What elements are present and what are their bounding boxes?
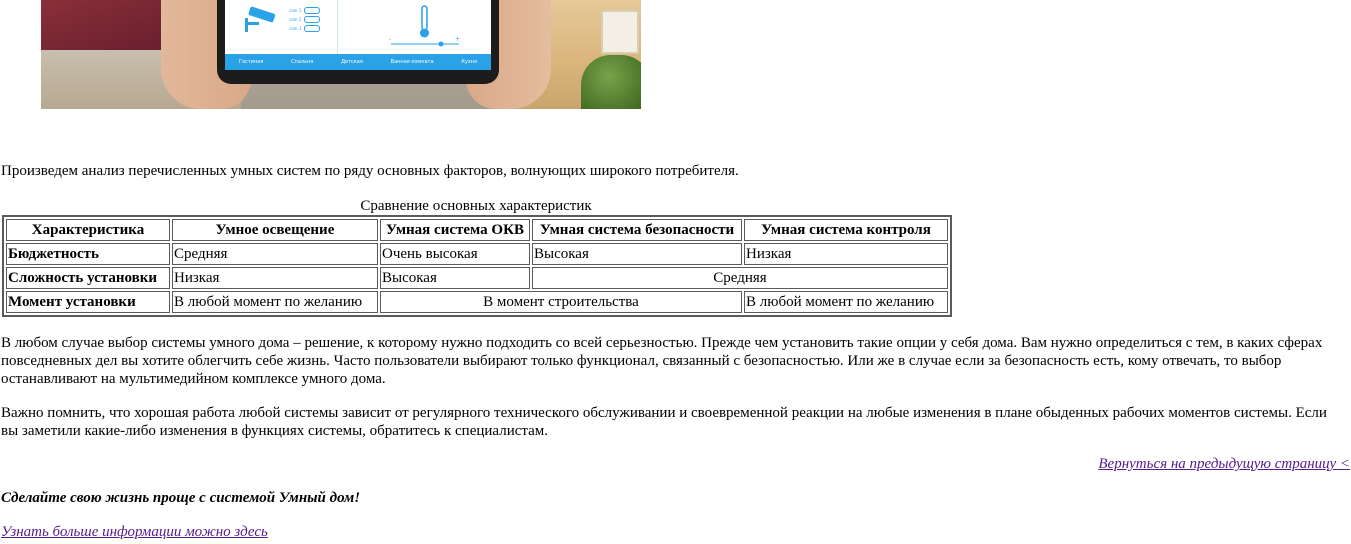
camera-row: cam 2 <box>289 15 329 24</box>
screen-divider <box>337 0 338 54</box>
table-cell: В момент строительства <box>380 291 742 313</box>
paragraph: Важно помнить, что хорошая работа любой … <box>1 405 1327 439</box>
tablet-tab: Гостиная <box>238 59 264 65</box>
camera-row: cam 3 <box>289 24 329 33</box>
table-cell: Средняя <box>532 267 948 289</box>
tablet-tab: Кухня <box>461 59 478 65</box>
svg-text:-: - <box>389 36 391 43</box>
table-cell: Высокая <box>532 243 742 265</box>
table-header-row: Характеристика Умное освещение Умная сис… <box>6 219 948 241</box>
toggle-icon <box>304 25 321 32</box>
toggle-icon <box>304 16 321 23</box>
table-row: Сложность установки Низкая Высокая Средн… <box>6 267 948 289</box>
thermometer-icon: - + <box>389 5 460 47</box>
camera-list: cam 1 cam 2 cam 3 <box>289 6 329 36</box>
table-cell: Средняя <box>172 243 378 265</box>
camera-row: cam 1 <box>289 6 329 15</box>
column-header: Умное освещение <box>172 219 378 241</box>
table-cell: Низкая <box>744 243 948 265</box>
column-header: Умная система ОКВ <box>380 219 530 241</box>
page: cam 1 cam 2 cam 3 - + Гостиная Спальня Д… <box>0 0 1351 544</box>
row-header: Момент установки <box>6 291 170 313</box>
slogan: Сделайте свою жизнь проще с системой Умн… <box>1 490 361 506</box>
hero-image: cam 1 cam 2 cam 3 - + Гостиная Спальня Д… <box>41 0 641 109</box>
table-row: Бюджетность Средняя Очень высокая Высока… <box>6 243 948 265</box>
toggle-icon <box>304 7 321 14</box>
table-cell: В любой момент по желанию <box>744 291 948 313</box>
house-window-graphic <box>601 10 639 54</box>
svg-text:+: + <box>455 36 460 43</box>
table-cell: Очень высокая <box>380 243 530 265</box>
bush-graphic <box>581 55 641 109</box>
table-cell: Низкая <box>172 267 378 289</box>
tablet-tab-bar: Гостиная Спальня Детская Ванная комната … <box>225 54 491 70</box>
table-row: Момент установки В любой момент по желан… <box>6 291 948 313</box>
security-camera-icon <box>245 6 276 32</box>
table-cell: В любой момент по желанию <box>172 291 378 313</box>
column-header: Умная система контроля <box>744 219 948 241</box>
paragraph: В любом случае выбор системы умного дома… <box>1 335 1323 387</box>
table-cell: Высокая <box>380 267 530 289</box>
column-header: Характеристика <box>6 219 170 241</box>
row-header: Бюджетность <box>6 243 170 265</box>
more-info-link[interactable]: Узнать больше информации можно здесь <box>1 523 268 542</box>
table-caption: Сравнение основных характеристик <box>360 198 592 214</box>
tablet-tab: Ванная комната <box>390 59 434 65</box>
column-header: Умная система безопасности <box>532 219 742 241</box>
tablet-screen: cam 1 cam 2 cam 3 - + Гостиная Спальня Д… <box>225 0 491 70</box>
intro-text: Произведем анализ перечисленных умных си… <box>1 163 739 179</box>
back-link[interactable]: Вернуться на предыдущую страницу < <box>1098 455 1350 474</box>
tablet-tab: Детская <box>341 59 363 65</box>
row-header: Сложность установки <box>6 267 170 289</box>
tablet-tab: Спальня <box>291 59 314 65</box>
comparison-table: Характеристика Умное освещение Умная сис… <box>2 215 952 317</box>
